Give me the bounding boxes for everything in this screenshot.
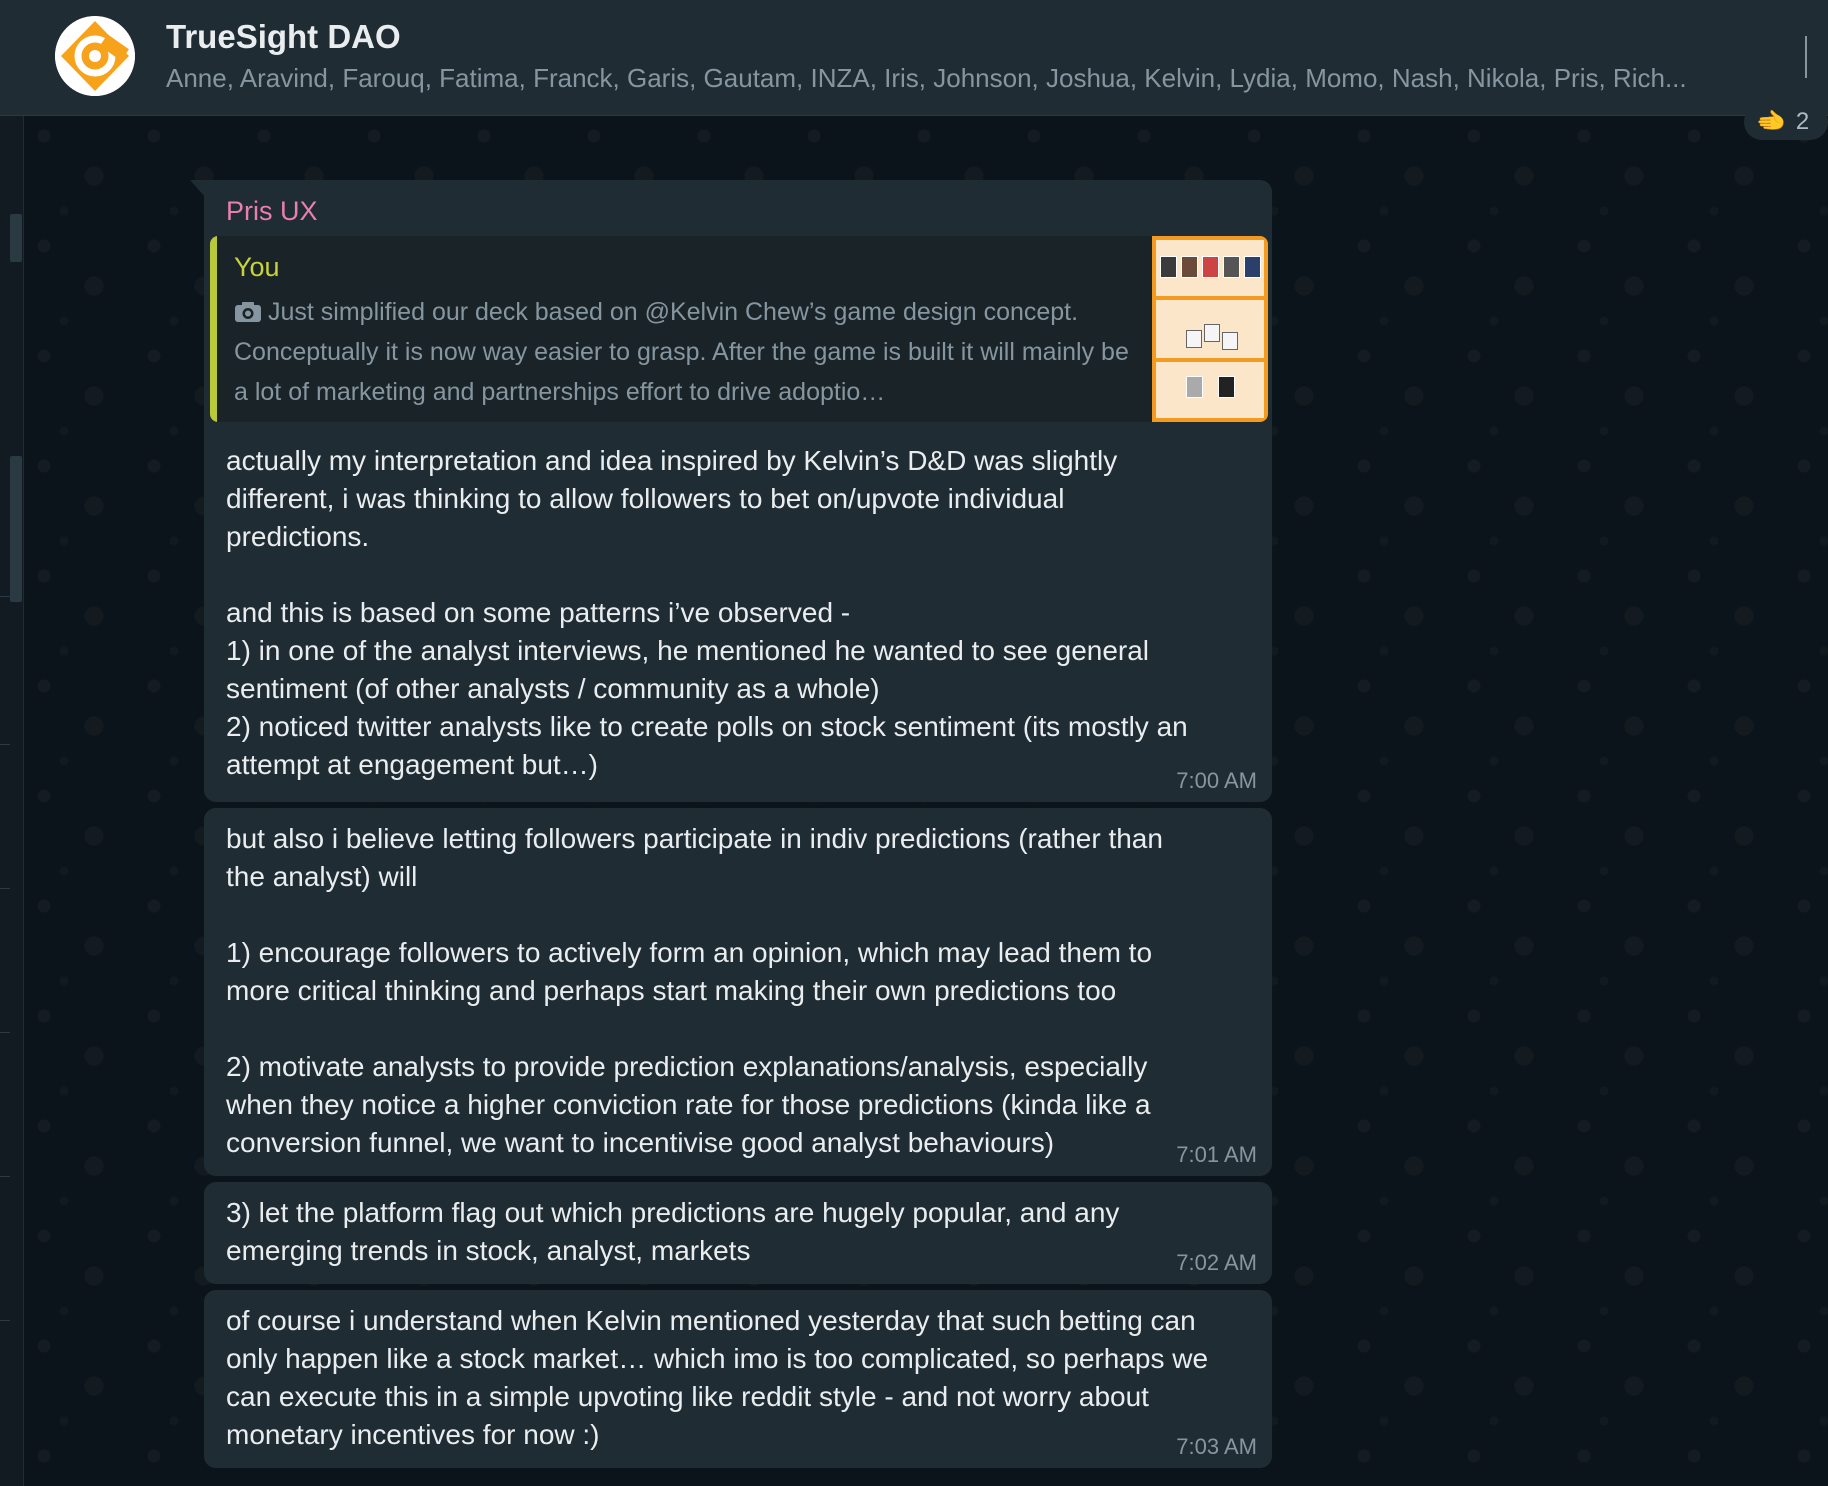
podium-block [1186,330,1202,348]
quoted-message[interactable]: You Just simplified our deck based on @K… [210,236,1268,422]
quote-accent-bar [210,236,217,422]
podium-block [1204,324,1220,342]
quote-sender: You [234,252,280,282]
quote-text: Just simplified our deck based on @Kelvi… [234,292,1144,412]
chat-header[interactable]: TrueSight DAO Anne, Aravind, Farouq, Fat… [0,0,1828,116]
quote-text-content: Just simplified our deck based on @Kelvi… [234,298,1129,406]
thumbnail-photo [1181,256,1198,278]
divider [0,596,10,597]
reaction-badge[interactable]: 🫲 2 [1744,104,1828,140]
message-timestamp: 7:02 AM [1176,1250,1257,1275]
scroll-marker [10,214,22,262]
divider [0,888,10,889]
group-avatar[interactable] [55,16,135,96]
reaction-count: 2 [1795,108,1810,135]
sender-name[interactable]: Pris UX [226,196,318,227]
thumbnail-slide [1156,240,1264,296]
message-bubble[interactable]: but also i believe letting followers par… [204,808,1272,1176]
message-bubble[interactable]: 3) let the platform flag out which predi… [204,1182,1272,1284]
message-timestamp: 7:03 AM [1176,1434,1257,1459]
message-text: actually my interpretation and idea insp… [226,445,1188,780]
bubble-tail [190,180,206,198]
divider [1805,36,1807,78]
message-text: but also i believe letting followers par… [226,823,1163,1158]
camera-icon [235,302,261,322]
divider [0,1032,10,1033]
thumbnail-photo [1186,376,1203,398]
thumbnail-slide [1156,300,1264,358]
left-sidebar-edge [0,0,24,1486]
podium-block [1222,332,1238,350]
group-logo-icon [55,16,135,96]
divider [0,1320,10,1321]
message-text: of course i understand when Kelvin menti… [226,1305,1209,1450]
thumbnail-photo [1202,256,1219,278]
chat-title[interactable]: TrueSight DAO [166,18,401,56]
message-text: 3) let the platform flag out which predi… [226,1197,1120,1266]
hand-emoji-icon: 🫲 [1756,108,1786,135]
thumbnail-photo [1160,256,1177,278]
message-bubble[interactable]: of course i understand when Kelvin menti… [204,1290,1272,1468]
divider [0,1176,10,1177]
thumbnail-photo [1223,256,1240,278]
quote-image-thumbnail[interactable] [1152,236,1268,422]
chat-members-list[interactable]: Anne, Aravind, Farouq, Fatima, Franck, G… [166,63,1726,94]
thumbnail-photo [1244,256,1261,278]
thumbnail-slide [1156,362,1264,418]
scroll-marker [10,456,22,602]
thumbnail-photo [1218,376,1235,398]
chat-window: TrueSight DAO Anne, Aravind, Farouq, Fat… [0,0,1828,1486]
message-timestamp: 7:01 AM [1176,1142,1257,1167]
message-timestamp: 7:00 AM [1176,768,1257,793]
message-bubble[interactable]: Pris UX You Just simplified our deck bas… [190,180,1272,802]
divider [0,744,10,745]
